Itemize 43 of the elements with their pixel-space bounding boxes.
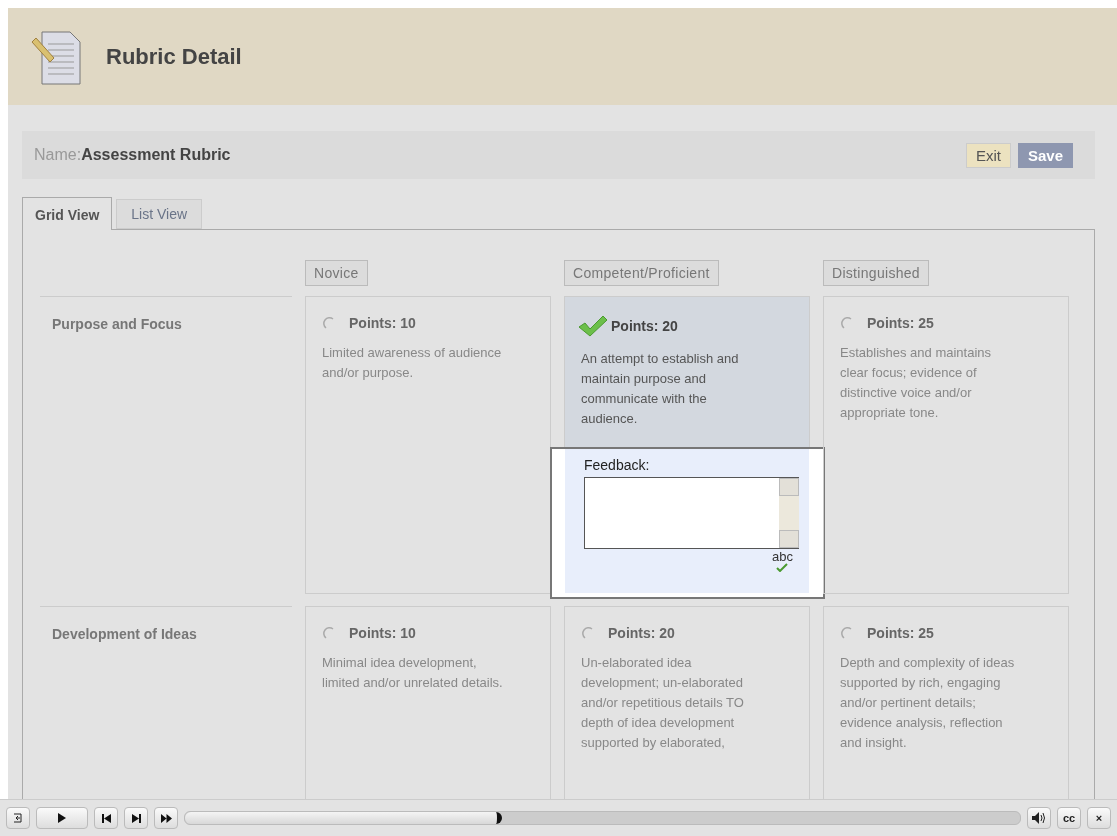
level-header: Competent/Proficient [564,260,719,286]
view-tab[interactable]: List View [116,199,203,229]
scrollbar[interactable] [779,478,799,548]
captions-button[interactable]: cc [1057,807,1081,829]
fast-forward-icon[interactable] [154,807,178,829]
feedback-field[interactable] [584,477,799,549]
cell-description: Minimal idea development, limited and/or unrelated details. [322,654,504,692]
cell-description: Un-elaborated idea development; un-elaborated and/or repetitious details TO depth of idea development supported by elaborated, [581,654,745,752]
rewind-icon[interactable] [94,807,118,829]
points-label: Points: 10 [349,625,416,641]
points-label: Points: 25 [867,625,934,641]
cell-description: Depth and complexity of ideas supported by rich, engaging and/or pertinent details; evidence analysis, reflection and insight. [840,654,1016,752]
cell-description: An attempt to establish and maintain purpose and communicate with the audience. [581,350,740,428]
radio-icon[interactable] [840,316,854,330]
feedback-label: Feedback: [584,457,650,473]
cell-description: Limited awareness of audience and/or purpose. [322,344,503,382]
radio-icon[interactable] [840,626,854,640]
level-header: Novice [305,260,368,286]
cell-description: Establishes and maintains clear focus; evidence of distinctive voice and/or appropriate tone. [840,344,993,422]
points-label: Points: 10 [349,315,416,331]
check-icon [578,315,608,337]
play-icon[interactable] [36,807,88,829]
level-header: Distinguished [823,260,929,286]
radio-icon[interactable] [322,316,336,330]
points-label: Points: 25 [867,315,934,331]
points-label: Points: 20 [608,625,675,641]
rubric-name: Name:Assessment Rubric [34,146,231,164]
exit-icon[interactable] [6,807,30,829]
volume-icon[interactable] [1027,807,1051,829]
step-forward-icon[interactable] [124,807,148,829]
points-label: Points: 20 [611,318,678,334]
rubric-cell[interactable]: Points: 25 Establishes and maintains clear focus; evidence of distinctive voice and/or appropriate tone. [823,296,1069,594]
criterion-label: Purpose and Focus [52,316,182,332]
exit-button[interactable]: Exit [965,142,1011,168]
check-icon [776,563,789,572]
criterion-label: Development of Ideas [52,626,197,642]
radio-icon[interactable] [581,626,595,640]
page-title: Rubric Detail [106,43,242,70]
spellcheck-label[interactable]: abc [772,551,793,563]
view-tab[interactable]: Grid View [22,197,113,230]
close-button[interactable]: × [1087,807,1111,829]
radio-icon[interactable] [322,626,336,640]
save-button[interactable]: Save [1017,142,1073,168]
